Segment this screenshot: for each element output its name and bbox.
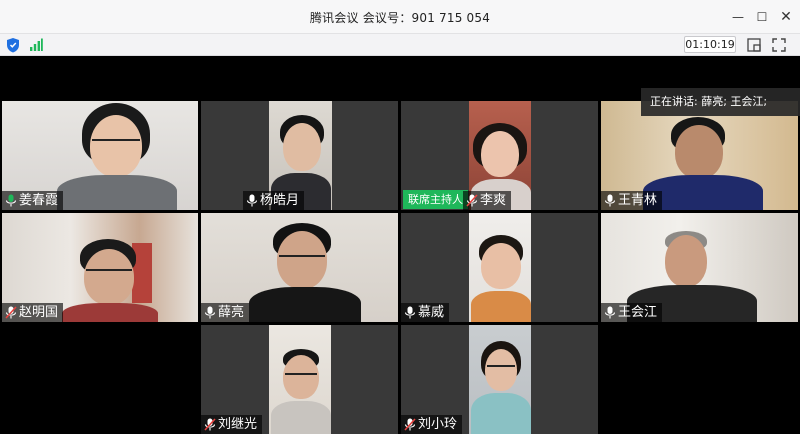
participant-name: 赵明国 (19, 305, 59, 320)
microphone-muted-icon (404, 418, 416, 431)
meeting-window: 腾讯会议 会议号：901 715 054 — ☐ ✕ 01:10:19 姜春霞 … (0, 0, 800, 434)
participant-name: 慕威 (418, 305, 445, 320)
video-tile[interactable]: 赵明国 (2, 213, 198, 322)
video-tile[interactable]: 刘继光 (201, 325, 398, 434)
video-tile[interactable]: 王青林 (601, 101, 798, 210)
layout-icon[interactable] (746, 37, 762, 53)
microphone-icon (204, 306, 216, 319)
video-tile[interactable]: 联席主持人 李爽 (401, 101, 598, 210)
co-host-button[interactable]: 联席主持人 (403, 190, 468, 209)
microphone-icon (604, 306, 616, 319)
participant-name: 刘小玲 (418, 417, 458, 432)
video-tile[interactable]: 薛亮 (201, 213, 398, 322)
participant-name: 王会江 (618, 305, 658, 320)
speaking-indicator: 正在讲话: 薛亮; 王会江; (641, 88, 800, 116)
participant-name: 李爽 (480, 193, 507, 208)
fullscreen-icon[interactable] (771, 37, 787, 53)
minimize-button[interactable]: — (729, 8, 747, 26)
microphone-icon (404, 306, 416, 319)
video-stage: 姜春霞 杨皓月 联席主持人 李爽 王青林 赵明国 薛亮 慕威 王会江 刘继光 刘… (0, 56, 800, 434)
participant-nametag: 王青林 (601, 191, 663, 210)
microphone-icon (246, 194, 258, 207)
participant-nametag: 薛亮 (201, 303, 250, 322)
close-button[interactable]: ✕ (777, 8, 795, 26)
title-bar: 腾讯会议 会议号：901 715 054 — ☐ ✕ (0, 0, 800, 34)
video-tile[interactable]: 刘小玲 (401, 325, 598, 434)
video-tile[interactable]: 王会江 (601, 213, 798, 322)
meeting-toolbar: 01:10:19 (0, 34, 800, 56)
microphone-muted-icon (204, 418, 216, 431)
participant-nametag: 刘小玲 (401, 415, 463, 434)
window-title: 腾讯会议 会议号：901 715 054 (309, 11, 491, 25)
microphone-muted-icon (466, 194, 478, 207)
shield-icon[interactable] (6, 37, 20, 53)
participant-name: 姜春霞 (19, 193, 59, 208)
signal-bars-icon[interactable] (29, 38, 43, 52)
video-tile[interactable]: 慕威 (401, 213, 598, 322)
maximize-button[interactable]: ☐ (753, 8, 771, 26)
participant-nametag: 姜春霞 (2, 191, 64, 210)
participant-name: 王青林 (618, 193, 658, 208)
microphone-muted-icon (5, 306, 17, 319)
video-tile[interactable]: 姜春霞 (2, 101, 198, 210)
participant-name: 杨皓月 (260, 193, 300, 208)
participant-name: 刘继光 (218, 417, 258, 432)
participant-nametag: 赵明国 (2, 303, 64, 322)
participant-nametag: 王会江 (601, 303, 663, 322)
video-tile[interactable]: 杨皓月 (201, 101, 398, 210)
microphone-icon (5, 194, 17, 207)
microphone-icon (604, 194, 616, 207)
participant-nametag: 刘继光 (201, 415, 263, 434)
meeting-timer: 01:10:19 (684, 36, 736, 53)
participant-nametag: 慕威 (401, 303, 450, 322)
participant-name: 薛亮 (218, 305, 245, 320)
participant-nametag: 李爽 (463, 191, 512, 210)
participant-nametag: 杨皓月 (243, 191, 305, 210)
